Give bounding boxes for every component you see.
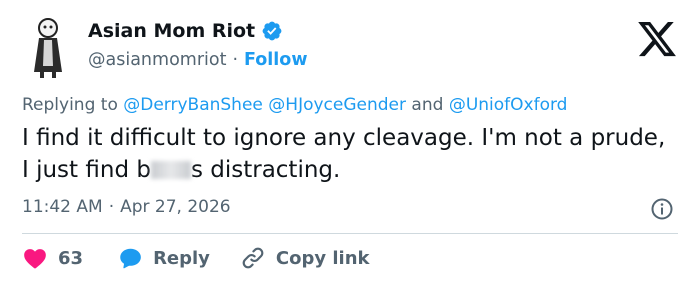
x-logo-icon[interactable] xyxy=(636,18,678,60)
mention-hjoycegender[interactable]: @HJoyceGender xyxy=(268,95,406,115)
replying-prefix: Replying to xyxy=(22,95,118,115)
author-handle-row: @asianmomriot · Follow xyxy=(88,50,308,70)
verified-badge-icon xyxy=(262,21,282,41)
censored-word-blur xyxy=(150,161,191,179)
reply-button[interactable]: Reply xyxy=(117,245,210,271)
tweet-text: I find it difficult to ignore any cleava… xyxy=(22,122,672,186)
mention-uniofoxford[interactable]: @UniofOxford xyxy=(449,95,568,115)
like-count: 63 xyxy=(58,247,84,269)
handle-separator: · xyxy=(232,50,239,70)
heart-icon xyxy=(22,245,48,271)
replying-to: Replying to @DerryBanShee @HJoyceGender … xyxy=(22,95,567,115)
like-button[interactable]: 63 xyxy=(22,245,83,271)
info-icon[interactable] xyxy=(650,197,674,221)
divider xyxy=(22,233,678,234)
author-handle[interactable]: @asianmomriot xyxy=(88,50,226,70)
reply-bubble-icon xyxy=(117,245,143,271)
link-icon xyxy=(240,245,266,271)
avatar[interactable] xyxy=(22,16,74,78)
tweet-date: Apr 27, 2026 xyxy=(120,197,231,217)
copy-link-button[interactable]: Copy link xyxy=(240,245,370,271)
reply-label: Reply xyxy=(153,247,210,269)
tweet-time: 11:42 AM xyxy=(22,197,103,217)
tweet-text-part-1: I find it difficult to ignore any cleava… xyxy=(22,125,666,183)
replying-conjunction: and xyxy=(411,95,444,115)
timestamp-separator: · xyxy=(108,197,115,217)
mention-derrybanshee[interactable]: @DerryBanShee xyxy=(123,95,263,115)
author-name[interactable]: Asian Mom Riot xyxy=(88,20,255,42)
action-bar: 63 Reply Copy link xyxy=(22,245,370,271)
follow-button[interactable]: Follow xyxy=(244,50,307,70)
tweet-timestamp[interactable]: 11:42 AM · Apr 27, 2026 xyxy=(22,197,231,217)
copy-link-label: Copy link xyxy=(275,247,370,269)
tweet-text-part-2: s distracting. xyxy=(190,157,341,183)
author-name-row: Asian Mom Riot xyxy=(88,20,283,42)
